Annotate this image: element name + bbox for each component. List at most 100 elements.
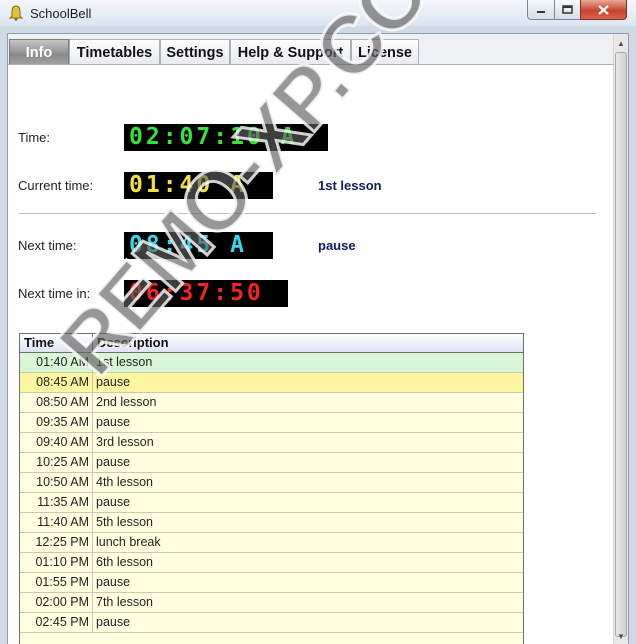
cell-description: pause	[96, 575, 131, 589]
table-row[interactable]: 01:55 PM pause	[20, 573, 523, 593]
scroll-down-arrow-icon[interactable]: ▼	[614, 628, 628, 644]
cell-description: lunch break	[96, 535, 161, 549]
cell-description: 3rd lesson	[96, 435, 154, 449]
cell-divider	[92, 593, 93, 612]
cell-time: 01:55 PM	[35, 575, 89, 589]
tab-help-support[interactable]: Help & Support	[230, 39, 351, 65]
column-header-description[interactable]: Description	[97, 334, 169, 352]
tab-label: Info	[25, 44, 53, 61]
minimize-icon	[537, 10, 545, 13]
time-label: Time:	[18, 130, 51, 145]
cell-description: pause	[96, 495, 131, 509]
window-title: SchoolBell	[30, 6, 92, 21]
current-time-display: 01:40 A	[124, 172, 273, 199]
column-header-time[interactable]: Time	[24, 334, 54, 352]
countdown-value: 06:37:50	[129, 280, 264, 306]
table-row[interactable]: 08:50 AM 2nd lesson	[20, 393, 523, 413]
cell-time: 02:45 PM	[35, 615, 89, 629]
cell-description: 1st lesson	[96, 355, 153, 369]
cell-divider	[92, 513, 93, 532]
cell-divider	[92, 433, 93, 452]
cell-divider	[92, 413, 93, 432]
cell-description: 5th lesson	[96, 515, 153, 529]
cell-divider	[92, 613, 93, 632]
cell-divider	[92, 353, 93, 372]
table-header: Time Description	[20, 334, 523, 353]
countdown-display: 06:37:50	[124, 280, 288, 307]
separator	[19, 213, 596, 214]
column-divider[interactable]	[92, 334, 93, 352]
cell-divider	[92, 453, 93, 472]
cell-time: 02:00 PM	[35, 595, 89, 609]
cell-time: 01:10 PM	[35, 555, 89, 569]
table-row[interactable]: 02:00 PM 7th lesson	[20, 593, 523, 613]
current-description: 1st lesson	[318, 178, 382, 193]
title-bar[interactable]: SchoolBell	[0, 0, 636, 26]
table-row[interactable]: 11:35 AM pause	[20, 493, 523, 513]
cell-description: 6th lesson	[96, 555, 153, 569]
client-area: Info Timetables Settings Help & Support …	[7, 33, 629, 644]
cell-divider	[92, 373, 93, 392]
tab-settings[interactable]: Settings	[160, 39, 230, 65]
next-time-value: 08:45 A	[129, 232, 247, 258]
table-row[interactable]: 10:50 AM 4th lesson	[20, 473, 523, 493]
table-row[interactable]: 02:45 PM pause	[20, 613, 523, 633]
tab-info[interactable]: Info	[9, 39, 69, 65]
cell-time: 08:50 AM	[36, 395, 89, 409]
tab-timetables[interactable]: Timetables	[69, 39, 160, 65]
maximize-icon	[562, 5, 573, 14]
cell-time: 10:25 AM	[36, 455, 89, 469]
tab-license[interactable]: License	[351, 39, 419, 65]
cell-divider	[92, 473, 93, 492]
cell-time: 09:35 AM	[36, 415, 89, 429]
table-row[interactable]: 12:25 PM lunch break	[20, 533, 523, 553]
cell-time: 10:50 AM	[36, 475, 89, 489]
clock-value: 02:07:10 A	[129, 124, 298, 150]
table-row[interactable]: 01:40 AM 1st lesson	[20, 353, 523, 373]
table-row[interactable]: 01:10 PM 6th lesson	[20, 553, 523, 573]
close-icon	[598, 4, 609, 15]
next-description: pause	[318, 238, 356, 253]
cell-time: 08:45 AM	[36, 375, 89, 389]
cell-description: 2nd lesson	[96, 395, 157, 409]
current-time-label: Current time:	[18, 178, 94, 193]
cell-time: 01:40 AM	[36, 355, 89, 369]
cell-description: pause	[96, 375, 131, 389]
table-row[interactable]: 10:25 AM pause	[20, 453, 523, 473]
timetable-grid[interactable]: Time Description 01:40 AM 1st lesson 08:45…	[19, 333, 524, 644]
cell-description: pause	[96, 615, 131, 629]
bell-icon	[9, 5, 23, 21]
tab-label: Timetables	[76, 44, 153, 61]
scroll-up-arrow-icon[interactable]: ▲	[614, 35, 628, 51]
maximize-button[interactable]	[554, 0, 581, 20]
current-time-value: 01:40 A	[129, 172, 247, 198]
scroll-thumb[interactable]	[615, 52, 627, 637]
cell-description: pause	[96, 415, 131, 429]
next-time-label: Next time:	[18, 238, 77, 253]
next-time-in-label: Next time in:	[18, 286, 91, 301]
minimize-button[interactable]	[527, 0, 555, 20]
tab-divider	[8, 64, 613, 65]
next-time-display: 08:45 A	[124, 232, 273, 259]
cell-time: 12:25 PM	[35, 535, 89, 549]
vertical-scrollbar[interactable]: ▲ ▼	[613, 34, 628, 644]
cell-divider	[92, 393, 93, 412]
table-row[interactable]: 08:45 AM pause	[20, 373, 523, 393]
cell-divider	[92, 553, 93, 572]
tab-label: License	[358, 44, 412, 61]
table-row[interactable]: 09:40 AM 3rd lesson	[20, 433, 523, 453]
cell-description: 4th lesson	[96, 475, 153, 489]
tab-label: Settings	[166, 44, 224, 61]
app-window: SchoolBell Info Timetables Settings Help…	[0, 0, 636, 644]
cell-divider	[92, 533, 93, 552]
table-row[interactable]: 09:35 AM pause	[20, 413, 523, 433]
close-button[interactable]	[580, 0, 627, 20]
cell-time: 09:40 AM	[36, 435, 89, 449]
cell-divider	[92, 573, 93, 592]
tab-label: Help & Support	[237, 44, 344, 61]
tab-bar: Info Timetables Settings Help & Support …	[8, 34, 613, 65]
cell-description: 7th lesson	[96, 595, 153, 609]
table-row[interactable]: 11:40 AM 5th lesson	[20, 513, 523, 533]
clock-display: 02:07:10 A	[124, 124, 328, 151]
cell-description: pause	[96, 455, 131, 469]
